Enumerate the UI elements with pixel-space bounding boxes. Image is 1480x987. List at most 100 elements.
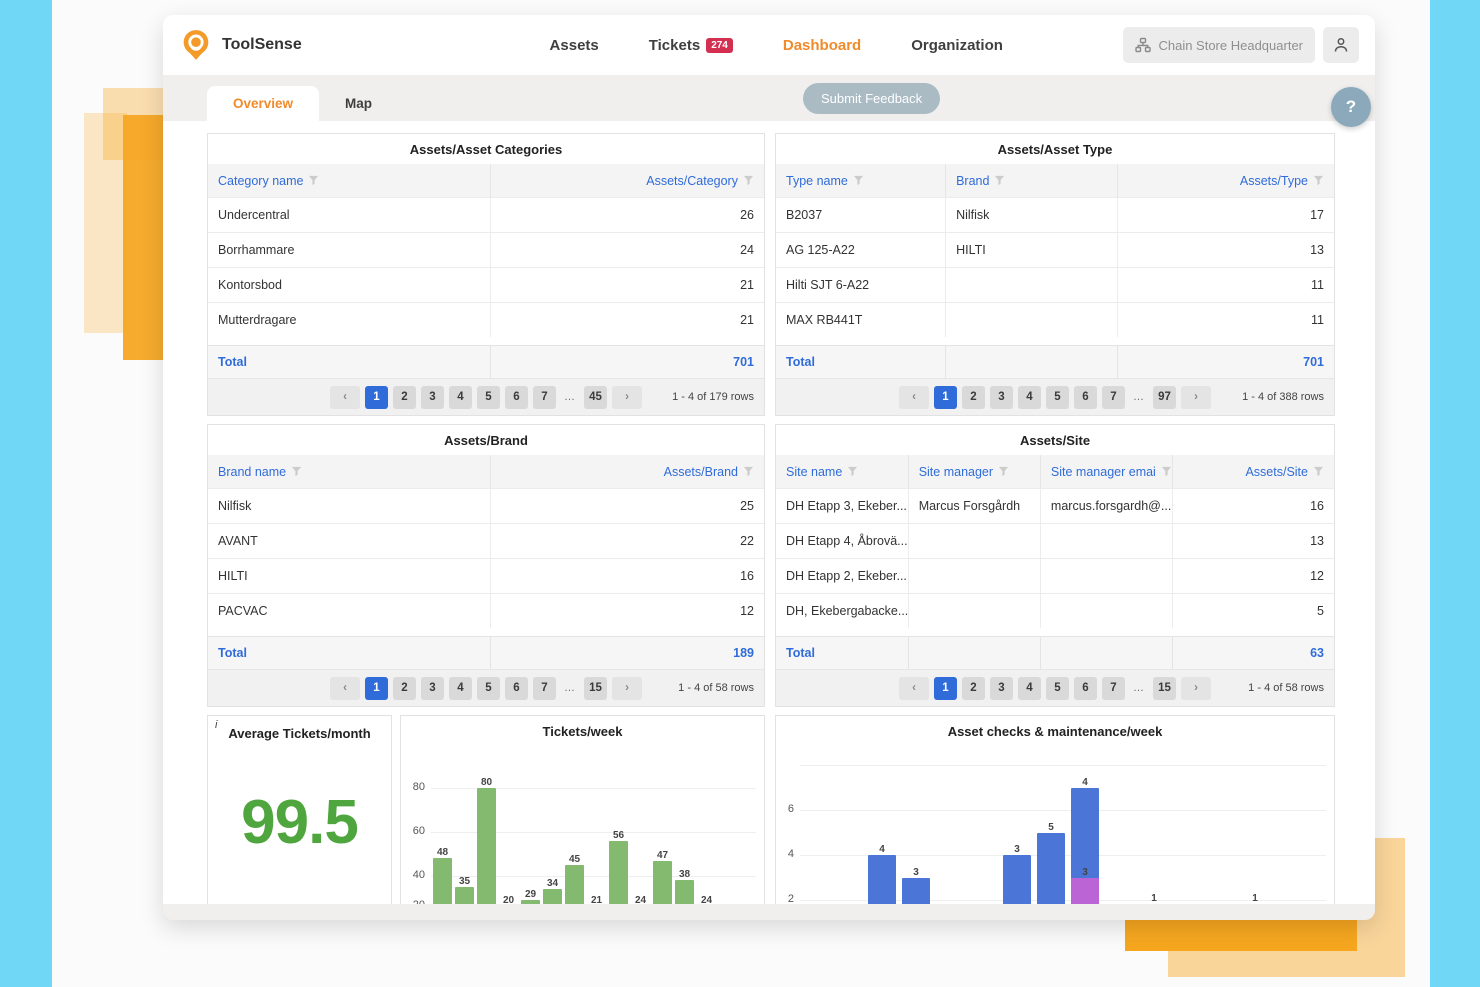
column-header[interactable]: Type name	[776, 164, 945, 197]
table-row[interactable]: HILTI16	[208, 558, 764, 593]
tab-overview[interactable]: Overview	[207, 86, 319, 121]
column-header[interactable]: Assets/Category	[490, 164, 764, 197]
page-button[interactable]: 4	[1018, 386, 1041, 409]
filter-icon[interactable]	[1313, 175, 1324, 186]
page-last-button[interactable]: 15	[1153, 677, 1176, 700]
tab-map[interactable]: Map	[319, 86, 398, 121]
column-header[interactable]: Brand name	[208, 455, 490, 488]
page-next-button[interactable]: ›	[1181, 677, 1211, 700]
filter-icon[interactable]	[847, 466, 858, 477]
info-icon[interactable]: i	[215, 719, 217, 731]
table-row[interactable]: PACVAC12	[208, 593, 764, 628]
page-button[interactable]: 4	[1018, 677, 1041, 700]
table-row[interactable]: DH Etapp 4, Åbrovä...13	[776, 523, 1334, 558]
page-button[interactable]: 1	[934, 386, 957, 409]
pagination-range: 1 - 4 of 179 rows	[672, 391, 754, 403]
nav-tickets[interactable]: Tickets 274	[649, 37, 733, 54]
page-button[interactable]: 1	[934, 677, 957, 700]
page-button[interactable]: 4	[449, 677, 472, 700]
filter-icon[interactable]	[1161, 466, 1172, 477]
page-next-button[interactable]: ›	[612, 677, 642, 700]
column-header[interactable]: Assets/Site	[1172, 455, 1334, 488]
table-header-row: Type name Brand Assets/Type	[776, 164, 1334, 197]
page-prev-button[interactable]: ‹	[330, 677, 360, 700]
table-row[interactable]: Undercentral26	[208, 197, 764, 232]
column-header[interactable]: Brand	[945, 164, 1117, 197]
column-header[interactable]: Site manager	[908, 455, 1040, 488]
page-button[interactable]: 5	[1046, 677, 1069, 700]
page-last-button[interactable]: 15	[584, 677, 607, 700]
nav-assets[interactable]: Assets	[550, 37, 599, 54]
background-accent-left	[0, 0, 52, 987]
page-button[interactable]: 7	[533, 386, 556, 409]
table-row[interactable]: DH Etapp 2, Ekeber...12	[776, 558, 1334, 593]
page-button[interactable]: 5	[477, 677, 500, 700]
table-row[interactable]: B2037Nilfisk17	[776, 197, 1334, 232]
page-button[interactable]: 7	[533, 677, 556, 700]
table-row[interactable]: AVANT22	[208, 523, 764, 558]
page-next-button[interactable]: ›	[612, 386, 642, 409]
filter-icon[interactable]	[998, 466, 1009, 477]
table-row[interactable]: AG 125-A22HILTI13	[776, 232, 1334, 267]
page-button[interactable]: 6	[1074, 677, 1097, 700]
page-button[interactable]: 1	[365, 386, 388, 409]
page-button[interactable]: 3	[421, 677, 444, 700]
column-header[interactable]: Assets/Brand	[490, 455, 764, 488]
page-button[interactable]: 6	[505, 677, 528, 700]
dashboard-window: ToolSense Assets Tickets 274 Dashboard O…	[163, 15, 1375, 920]
page-button[interactable]: 7	[1102, 386, 1125, 409]
page-button[interactable]: 2	[393, 677, 416, 700]
page-button[interactable]: 3	[421, 386, 444, 409]
table-row[interactable]: DH, Ekebergabacke...5	[776, 593, 1334, 628]
column-header[interactable]: Site name	[776, 455, 908, 488]
page-last-button[interactable]: 45	[584, 386, 607, 409]
bar-value-label: 47	[647, 850, 678, 861]
column-header[interactable]: Assets/Type	[1117, 164, 1334, 197]
table-cell	[1040, 524, 1172, 558]
page-last-button[interactable]: 97	[1153, 386, 1176, 409]
page-next-button[interactable]: ›	[1181, 386, 1211, 409]
table-row[interactable]: Hilti SJT 6-A2211	[776, 267, 1334, 302]
table-cell: 21	[490, 303, 764, 337]
submit-feedback-button[interactable]: Submit Feedback	[803, 83, 940, 114]
table-cell	[908, 594, 1040, 628]
table-row[interactable]: DH Etapp 3, Ekeber...Marcus Forsgårdhmar…	[776, 488, 1334, 523]
table-row[interactable]: Mutterdragare21	[208, 302, 764, 337]
nav-organization[interactable]: Organization	[911, 37, 1003, 54]
page-prev-button[interactable]: ‹	[330, 386, 360, 409]
user-button[interactable]	[1323, 27, 1359, 63]
page-button[interactable]: 5	[477, 386, 500, 409]
filter-icon[interactable]	[743, 466, 754, 477]
filter-icon[interactable]	[853, 175, 864, 186]
table-row[interactable]: Borrhammare24	[208, 232, 764, 267]
page-button[interactable]: 6	[1074, 386, 1097, 409]
page-button[interactable]: 3	[990, 386, 1013, 409]
table-row[interactable]: Nilfisk25	[208, 488, 764, 523]
table-body: Nilfisk25AVANT22HILTI16PACVAC12	[208, 488, 764, 628]
page-button[interactable]: 1	[365, 677, 388, 700]
filter-icon[interactable]	[308, 175, 319, 186]
page-button[interactable]: 2	[962, 386, 985, 409]
column-header[interactable]: Category name	[208, 164, 490, 197]
brand[interactable]: ToolSense	[179, 28, 429, 62]
column-header[interactable]: Site manager emai	[1040, 455, 1172, 488]
page-button[interactable]: 4	[449, 386, 472, 409]
page-button[interactable]: 3	[990, 677, 1013, 700]
table-row[interactable]: Kontorsbod21	[208, 267, 764, 302]
page-button[interactable]: 2	[393, 386, 416, 409]
page-button[interactable]: 6	[505, 386, 528, 409]
filter-icon[interactable]	[1313, 466, 1324, 477]
org-selector-button[interactable]: Chain Store Headquarter	[1123, 27, 1315, 63]
table-row[interactable]: MAX RB441T11	[776, 302, 1334, 337]
page-button[interactable]: 7	[1102, 677, 1125, 700]
page-button[interactable]: 2	[962, 677, 985, 700]
nav-dashboard[interactable]: Dashboard	[783, 37, 861, 54]
page-prev-button[interactable]: ‹	[899, 677, 929, 700]
page-button[interactable]: 5	[1046, 386, 1069, 409]
filter-icon[interactable]	[994, 175, 1005, 186]
filter-icon[interactable]	[743, 175, 754, 186]
page-prev-button[interactable]: ‹	[899, 386, 929, 409]
filter-icon[interactable]	[291, 466, 302, 477]
help-button[interactable]: ?	[1331, 87, 1371, 127]
card-asset-checks: Asset checks & maintenance/week 64243353…	[775, 715, 1335, 904]
